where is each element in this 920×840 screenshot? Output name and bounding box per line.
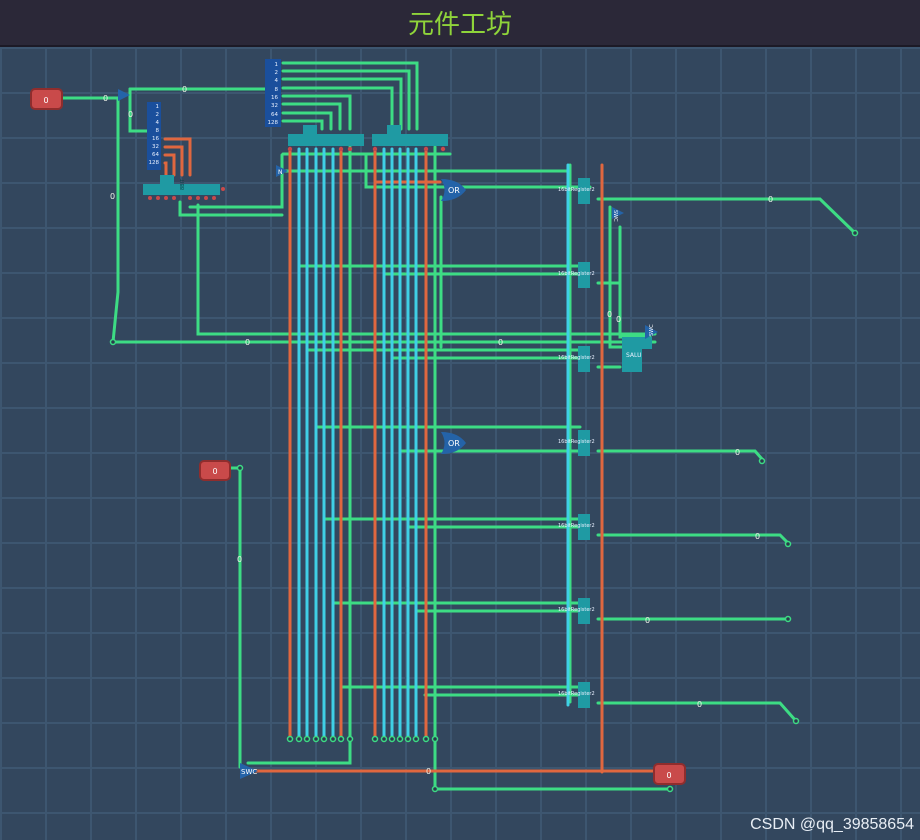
wire-label: 0 [768, 195, 773, 204]
chip-label: 16bitRegister2 [558, 523, 595, 529]
alu-label: SALU [626, 352, 641, 359]
gate-label: SWC [612, 210, 618, 222]
wire-label: 0 [607, 310, 612, 319]
circuit-board[interactable]: 0 0 0 0 0 0 0 0 0 0 0 0 0 0 0 0 0 0 1 2 … [0, 47, 920, 840]
wire-label: 0 [128, 110, 133, 119]
gate-label: OR [448, 186, 460, 195]
bit-label: 1 [156, 104, 160, 110]
bit-label: 16 [271, 95, 278, 101]
chip-label: 16bitRegister2 [558, 691, 595, 697]
bit-label: 1 [275, 62, 279, 68]
wire-label: 0 [237, 555, 242, 564]
bit-label: 128 [268, 120, 279, 126]
input-switch[interactable]: 0 [199, 460, 231, 481]
bit-label: 2 [275, 70, 279, 76]
chip-label: 16bitRegister2 [558, 439, 595, 445]
wire-label: 0 [426, 767, 431, 776]
bit-label: 8 [275, 87, 279, 93]
wire-label: 0 [245, 338, 250, 347]
chip-label: 8BIT [180, 178, 186, 190]
chip-label: 16bitRegister2 [558, 355, 595, 361]
bit-label: 32 [271, 103, 278, 109]
bit-label: 128 [149, 160, 160, 166]
input-switch[interactable]: 0 [653, 763, 686, 785]
wire-label: 0 [697, 700, 702, 709]
gate-label: SWC [241, 768, 257, 776]
watermark: CSDN @qq_39858654 [750, 816, 914, 833]
wire-label: 0 [755, 532, 760, 541]
chip-label: 16bitRegister2 [558, 607, 595, 613]
chip-label: 16bitRegister2 [558, 271, 595, 277]
bit-label: 4 [156, 120, 160, 126]
gate-label: SWC [649, 324, 655, 336]
chip-label: 16bitRegister2 [558, 187, 595, 193]
app-title: 元件工坊 [407, 10, 512, 40]
wire-label: 0 [103, 94, 108, 103]
gate-label: N [278, 169, 283, 176]
switch-value: 0 [666, 771, 671, 780]
title-bar: 元件工坊 [0, 0, 920, 47]
bit-label: 8 [156, 128, 160, 134]
wire-label: 0 [645, 616, 650, 625]
wire-label: 0 [735, 448, 740, 457]
bit-label: 64 [271, 112, 278, 118]
bit-label: 16 [152, 136, 159, 142]
wire-label: 0 [498, 338, 503, 347]
switch-value: 0 [212, 467, 217, 476]
wire-label: 0 [110, 192, 115, 201]
bit-column-top: 1 2 4 8 16 32 64 128 [265, 59, 281, 127]
wire-label: 0 [182, 85, 187, 94]
bit-column-left: 1 2 4 8 16 32 64 128 [147, 102, 161, 170]
input-switch[interactable]: 0 [30, 88, 63, 110]
bit-label: 64 [152, 152, 159, 158]
gate-label: OR [448, 439, 460, 448]
wire-label: 0 [616, 315, 621, 324]
bit-label: 32 [152, 144, 159, 150]
bit-label: 2 [156, 112, 160, 118]
switch-value: 0 [43, 96, 48, 105]
bit-label: 4 [275, 78, 279, 84]
